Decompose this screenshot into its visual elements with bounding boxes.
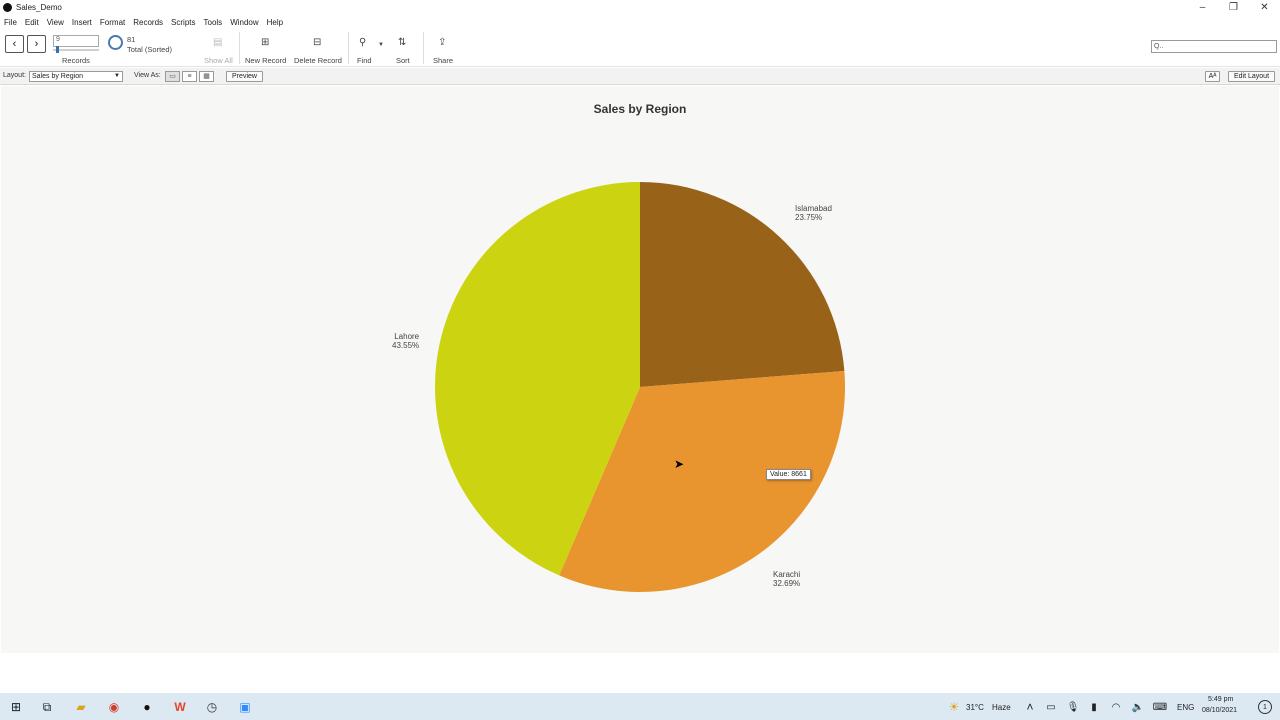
menu-records[interactable]: Records xyxy=(133,18,163,27)
chart-tooltip: Value: 8661 xyxy=(766,469,811,480)
weather-description[interactable]: Haze xyxy=(992,703,1011,712)
pie-chart xyxy=(434,182,845,593)
slice-name: Karachi xyxy=(773,570,801,579)
view-as-table-button[interactable]: ▦ xyxy=(199,71,214,82)
file-explorer-icon[interactable]: ▰ xyxy=(73,699,89,715)
total-sorted-label: Total (Sorted) xyxy=(127,45,173,54)
layout-content-area: Sales by Region Islamabad 23.75% Karachi… xyxy=(1,86,1279,653)
volume-icon[interactable]: 🔈 xyxy=(1130,699,1146,715)
task-view-icon[interactable]: ⧉ xyxy=(39,699,55,715)
toolbar-separator xyxy=(239,32,240,64)
share-button[interactable]: Share xyxy=(433,56,453,65)
layout-dropdown-value: Sales by Region xyxy=(32,73,83,80)
menu-tools[interactable]: Tools xyxy=(204,18,223,27)
sort-button[interactable]: Sort xyxy=(396,56,410,65)
quick-find-search-input[interactable]: Q.. xyxy=(1151,40,1277,53)
chevron-down-icon: ▼ xyxy=(114,73,120,79)
filemaker-taskbar-icon[interactable]: ● xyxy=(139,699,155,715)
menu-bar: File Edit View Insert Format Records Scr… xyxy=(0,15,1280,29)
maximize-button[interactable]: ❐ xyxy=(1218,0,1249,15)
find-button[interactable]: Find xyxy=(357,56,372,65)
delete-record-button[interactable]: Delete Record xyxy=(294,56,342,65)
menu-scripts[interactable]: Scripts xyxy=(171,18,195,27)
microphone-icon[interactable]: 🎙 xyxy=(1065,699,1081,715)
layout-bar: Layout: Sales by Region ▼ View As: ▭ ≡ ▦… xyxy=(0,68,1280,85)
record-slider-thumb[interactable] xyxy=(56,46,59,53)
filemaker-app-icon xyxy=(3,3,12,12)
text-formatting-button[interactable]: Aᴬ xyxy=(1205,71,1220,82)
mouse-pointer-icon: ➤ xyxy=(674,457,685,471)
status-toolbar: ‹ › 9 Records 81 Total (Sorted) ▤ Show A… xyxy=(0,29,1280,67)
next-record-button[interactable]: › xyxy=(27,35,46,53)
found-set-pie-icon xyxy=(108,35,123,50)
meet-now-icon[interactable]: ▭ xyxy=(1043,699,1059,715)
windows-start-icon[interactable]: ⊞ xyxy=(8,699,24,715)
slice-name: Islamabad xyxy=(795,204,832,213)
view-as-form-button[interactable]: ▭ xyxy=(165,71,180,82)
find-dropdown-arrow-icon[interactable]: ▼ xyxy=(378,42,384,48)
clock-date[interactable]: 08/10/2021 xyxy=(1202,707,1237,714)
weather-sun-icon: ☀ xyxy=(948,700,960,714)
wifi-icon[interactable]: ◠ xyxy=(1108,699,1124,715)
slice-label-karachi: Karachi 32.69% xyxy=(773,570,800,588)
layout-dropdown[interactable]: Sales by Region ▼ xyxy=(29,71,123,82)
slice-percent: 23.75% xyxy=(795,213,823,222)
slice-label-lahore: Lahore 43.55% xyxy=(392,332,419,350)
battery-icon[interactable]: ▮ xyxy=(1086,699,1102,715)
slice-name: Lahore xyxy=(394,332,420,341)
show-all-icon: ▤ xyxy=(213,37,223,48)
show-all-button[interactable]: Show All xyxy=(204,56,233,65)
wps-office-icon[interactable]: W xyxy=(172,699,188,715)
menu-help[interactable]: Help xyxy=(267,18,283,27)
window-controls: – ❐ ✕ xyxy=(1187,0,1280,15)
sort-icon: ⇅ xyxy=(398,37,407,48)
keyboard-icon[interactable]: ⌨ xyxy=(1152,699,1168,715)
close-button[interactable]: ✕ xyxy=(1249,0,1280,15)
layout-footer-area xyxy=(0,653,1280,693)
clock-app-icon[interactable]: ◷ xyxy=(204,699,220,715)
clock-time[interactable]: 5:49 pm xyxy=(1208,696,1233,703)
menu-edit[interactable]: Edit xyxy=(25,18,39,27)
view-as-list-button[interactable]: ≡ xyxy=(182,71,197,82)
title-bar: Sales_Demo – ❐ ✕ xyxy=(0,0,1280,15)
toolbar-separator xyxy=(348,32,349,64)
total-count: 81 xyxy=(127,35,136,44)
record-number-input[interactable]: 9 xyxy=(53,35,99,47)
menu-insert[interactable]: Insert xyxy=(72,18,92,27)
preview-button[interactable]: Preview xyxy=(226,71,263,82)
edit-layout-button[interactable]: Edit Layout xyxy=(1228,71,1275,82)
new-record-button[interactable]: New Record xyxy=(245,56,286,65)
menu-file[interactable]: File xyxy=(4,18,17,27)
menu-window[interactable]: Window xyxy=(230,18,258,27)
language-indicator[interactable]: ENG xyxy=(1177,703,1194,712)
previous-record-button[interactable]: ‹ xyxy=(5,35,24,53)
zoom-icon[interactable]: ▣ xyxy=(237,699,253,715)
window-title: Sales_Demo xyxy=(16,3,62,12)
delete-record-icon: ⊟ xyxy=(313,37,322,48)
windows-taskbar: ⊞ ⧉ ▰ ◉ ● W ◷ ▣ ☀ 31°C Haze ˄ ▭ 🎙 ▮ ◠ 🔈 … xyxy=(0,693,1280,720)
records-label: Records xyxy=(62,56,90,65)
menu-view[interactable]: View xyxy=(47,18,64,27)
new-record-icon: ⊞ xyxy=(261,37,270,48)
slice-percent: 43.55% xyxy=(392,341,420,350)
notification-center-icon[interactable]: 1 xyxy=(1258,700,1272,714)
menu-format[interactable]: Format xyxy=(100,18,125,27)
chevron-up-icon[interactable]: ˄ xyxy=(1022,699,1038,715)
toolbar-separator xyxy=(423,32,424,64)
filemaker-window: Sales_Demo – ❐ ✕ File Edit View Insert F… xyxy=(0,0,1280,720)
slice-label-islamabad: Islamabad 23.75% xyxy=(795,204,832,222)
find-magnifier-icon: ⚲ xyxy=(359,37,367,48)
chrome-icon[interactable]: ◉ xyxy=(106,699,122,715)
layout-label: Layout: xyxy=(3,72,26,79)
share-icon: ⇪ xyxy=(438,37,447,48)
record-slider[interactable] xyxy=(53,49,99,51)
minimize-button[interactable]: – xyxy=(1187,0,1218,15)
weather-temperature[interactable]: 31°C xyxy=(966,703,984,712)
view-as-label: View As: xyxy=(134,72,161,79)
slice-percent: 32.69% xyxy=(773,579,801,588)
